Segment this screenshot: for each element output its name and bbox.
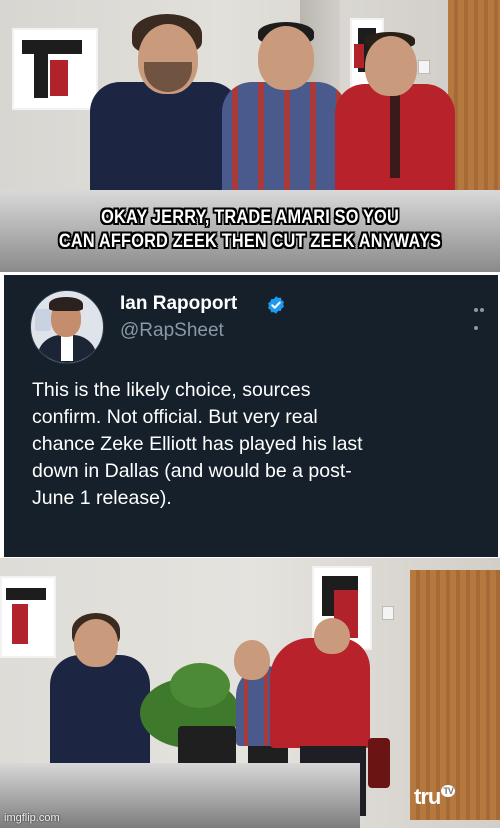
- verified-badge-icon: [268, 296, 284, 314]
- tweet-card: Ian Rapoport @RapSheet This is the likel…: [4, 275, 498, 557]
- chair: [368, 738, 390, 788]
- tweet-line-2: confirm. Not official. But very real: [32, 406, 318, 428]
- tweet-line-4: down in Dallas (and would be a post-: [32, 460, 352, 482]
- tweet-line-1: This is the likely choice, sources: [32, 379, 311, 401]
- wooden-screen: [410, 570, 500, 820]
- meme-caption: OKAY JERRY, TRADE AMARI SO YOU CAN AFFOR…: [35, 206, 465, 254]
- plant-leaves: [170, 663, 230, 708]
- wall-outlet: [382, 606, 394, 620]
- top-meme-panel: OKAY JERRY, TRADE AMARI SO YOU CAN AFFOR…: [0, 0, 500, 272]
- tweet-line-3: chance Zeke Elliott has played his last: [32, 433, 363, 455]
- wall-painting-left: [0, 576, 56, 658]
- bottom-meme-panel: tru TV imgflip.com: [0, 558, 500, 828]
- wall-outlet: [418, 60, 430, 74]
- avatar[interactable]: [30, 290, 104, 364]
- tweet-panel: Ian Rapoport @RapSheet This is the likel…: [0, 272, 500, 558]
- handle[interactable]: @RapSheet: [120, 320, 224, 342]
- imgflip-watermark: imgflip.com: [4, 812, 60, 824]
- trutv-logo-badge: TV: [441, 785, 455, 797]
- trutv-logo: tru TV: [414, 784, 455, 810]
- wall-painting-left: [12, 28, 98, 110]
- tweet-line-5: June 1 release).: [32, 487, 172, 509]
- tweet-text: This is the likely choice, sources confi…: [32, 377, 484, 512]
- caption-line-1: OKAY JERRY, TRADE AMARI SO YOU: [101, 207, 399, 228]
- trutv-logo-text: tru: [414, 784, 441, 809]
- wooden-screen: [448, 0, 500, 215]
- caption-line-2: CAN AFFORD ZEEK THEN CUT ZEEK ANYWAYS: [58, 231, 442, 252]
- more-options-icon[interactable]: [474, 299, 490, 330]
- display-name[interactable]: Ian Rapoport: [120, 293, 237, 315]
